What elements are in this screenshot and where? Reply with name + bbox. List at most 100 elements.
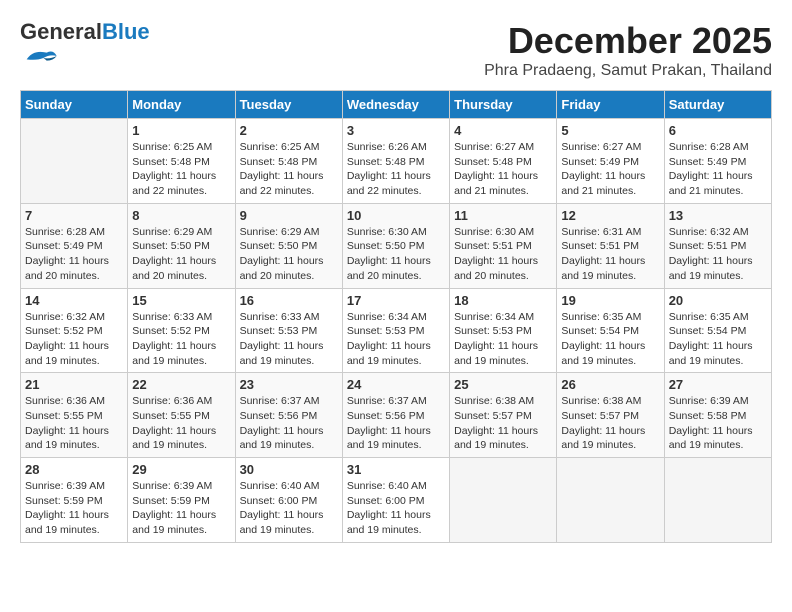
logo-general-text: General [20,19,102,44]
calendar-header-saturday: Saturday [664,91,771,119]
day-info: Sunrise: 6:37 AMSunset: 5:56 PMDaylight:… [240,394,338,453]
calendar-header-sunday: Sunday [21,91,128,119]
page-header: GeneralBlue December 2025 Phra Pradaeng,… [20,20,772,80]
calendar-cell: 23Sunrise: 6:37 AMSunset: 5:56 PMDayligh… [235,373,342,458]
logo-blue-text: Blue [102,19,150,44]
day-number: 15 [132,293,230,308]
day-number: 26 [561,377,659,392]
day-info: Sunrise: 6:35 AMSunset: 5:54 PMDaylight:… [669,310,767,369]
calendar-cell: 7 Sunrise: 6:28 AMSunset: 5:49 PMDaylight… [21,203,128,288]
calendar-cell: 27 Sunrise: 6:39 AMSunset: 5:58 PMDayligh… [664,373,771,458]
day-info: Sunrise: 6:40 AMSunset: 6:00 PMDaylight:… [240,479,338,538]
day-info: Sunrise: 6:36 AMSunset: 5:55 PMDaylight:… [25,394,123,453]
calendar-cell: 4Sunrise: 6:27 AMSunset: 5:48 PMDaylight… [450,119,557,204]
day-info: Sunrise: 6:34 AMSunset: 5:53 PMDaylight:… [347,310,445,369]
calendar-cell: 18 Sunrise: 6:34 AMSunset: 5:53 PMDayligh… [450,288,557,373]
day-number: 18 [454,293,552,308]
calendar-cell [21,119,128,204]
calendar-week-row: 7 Sunrise: 6:28 AMSunset: 5:49 PMDaylight… [21,203,772,288]
calendar-cell: 1 Sunrise: 6:25 AMSunset: 5:48 PMDaylight… [128,119,235,204]
calendar-cell [557,458,664,543]
calendar-cell: 10Sunrise: 6:30 AMSunset: 5:50 PMDayligh… [342,203,449,288]
logo-bird-icon [20,46,60,66]
day-info: Sunrise: 6:33 AMSunset: 5:53 PMDaylight:… [240,310,338,369]
calendar-cell: 19 Sunrise: 6:35 AMSunset: 5:54 PMDayligh… [557,288,664,373]
day-info: Sunrise: 6:38 AMSunset: 5:57 PMDaylight:… [561,394,659,453]
calendar-cell: 17Sunrise: 6:34 AMSunset: 5:53 PMDayligh… [342,288,449,373]
day-number: 9 [240,208,338,223]
calendar-header-friday: Friday [557,91,664,119]
calendar-cell: 15Sunrise: 6:33 AMSunset: 5:52 PMDayligh… [128,288,235,373]
day-number: 11 [454,208,552,223]
day-number: 28 [25,462,123,477]
calendar-cell: 25 Sunrise: 6:38 AMSunset: 5:57 PMDayligh… [450,373,557,458]
calendar-cell: 6 Sunrise: 6:28 AMSunset: 5:49 PMDaylight… [664,119,771,204]
calendar-cell: 29 Sunrise: 6:39 AMSunset: 5:59 PMDayligh… [128,458,235,543]
day-number: 16 [240,293,338,308]
day-number: 30 [240,462,338,477]
day-info: Sunrise: 6:31 AMSunset: 5:51 PMDaylight:… [561,225,659,284]
day-info: Sunrise: 6:34 AMSunset: 5:53 PMDaylight:… [454,310,552,369]
calendar-cell [450,458,557,543]
day-number: 21 [25,377,123,392]
logo: GeneralBlue [20,20,150,66]
day-info: Sunrise: 6:30 AMSunset: 5:50 PMDaylight:… [347,225,445,284]
day-number: 27 [669,377,767,392]
calendar-cell: 14 Sunrise: 6:32 AMSunset: 5:52 PMDayligh… [21,288,128,373]
day-number: 7 [25,208,123,223]
calendar-cell: 31 Sunrise: 6:40 AMSunset: 6:00 PMDayligh… [342,458,449,543]
day-number: 31 [347,462,445,477]
calendar-header-tuesday: Tuesday [235,91,342,119]
calendar-cell: 20 Sunrise: 6:35 AMSunset: 5:54 PMDayligh… [664,288,771,373]
day-info: Sunrise: 6:25 AMSunset: 5:48 PMDaylight:… [240,140,338,199]
day-info: Sunrise: 6:29 AMSunset: 5:50 PMDaylight:… [132,225,230,284]
calendar-cell: 2 Sunrise: 6:25 AMSunset: 5:48 PMDaylight… [235,119,342,204]
day-number: 2 [240,123,338,138]
calendar-week-row: 14 Sunrise: 6:32 AMSunset: 5:52 PMDayligh… [21,288,772,373]
calendar-cell: 16 Sunrise: 6:33 AMSunset: 5:53 PMDayligh… [235,288,342,373]
calendar-header-row: SundayMondayTuesdayWednesdayThursdayFrid… [21,91,772,119]
calendar-cell: 3Sunrise: 6:26 AMSunset: 5:48 PMDaylight… [342,119,449,204]
calendar-header-monday: Monday [128,91,235,119]
calendar-cell: 13Sunrise: 6:32 AMSunset: 5:51 PMDayligh… [664,203,771,288]
day-info: Sunrise: 6:36 AMSunset: 5:55 PMDaylight:… [132,394,230,453]
day-number: 1 [132,123,230,138]
day-info: Sunrise: 6:32 AMSunset: 5:51 PMDaylight:… [669,225,767,284]
calendar-cell: 11Sunrise: 6:30 AMSunset: 5:51 PMDayligh… [450,203,557,288]
calendar-week-row: 28 Sunrise: 6:39 AMSunset: 5:59 PMDayligh… [21,458,772,543]
title-block: December 2025 Phra Pradaeng, Samut Praka… [484,20,772,80]
calendar-table: SundayMondayTuesdayWednesdayThursdayFrid… [20,90,772,543]
day-info: Sunrise: 6:37 AMSunset: 5:56 PMDaylight:… [347,394,445,453]
day-info: Sunrise: 6:28 AMSunset: 5:49 PMDaylight:… [669,140,767,199]
calendar-cell [664,458,771,543]
day-info: Sunrise: 6:28 AMSunset: 5:49 PMDaylight:… [25,225,123,284]
calendar-header-wednesday: Wednesday [342,91,449,119]
day-info: Sunrise: 6:39 AMSunset: 5:59 PMDaylight:… [132,479,230,538]
day-number: 8 [132,208,230,223]
day-info: Sunrise: 6:38 AMSunset: 5:57 PMDaylight:… [454,394,552,453]
day-number: 6 [669,123,767,138]
day-number: 14 [25,293,123,308]
day-info: Sunrise: 6:32 AMSunset: 5:52 PMDaylight:… [25,310,123,369]
day-info: Sunrise: 6:39 AMSunset: 5:58 PMDaylight:… [669,394,767,453]
calendar-cell: 30 Sunrise: 6:40 AMSunset: 6:00 PMDayligh… [235,458,342,543]
calendar-cell: 9 Sunrise: 6:29 AMSunset: 5:50 PMDaylight… [235,203,342,288]
day-number: 20 [669,293,767,308]
day-number: 25 [454,377,552,392]
calendar-cell: 5Sunrise: 6:27 AMSunset: 5:49 PMDaylight… [557,119,664,204]
calendar-cell: 22Sunrise: 6:36 AMSunset: 5:55 PMDayligh… [128,373,235,458]
day-info: Sunrise: 6:29 AMSunset: 5:50 PMDaylight:… [240,225,338,284]
day-number: 19 [561,293,659,308]
day-info: Sunrise: 6:40 AMSunset: 6:00 PMDaylight:… [347,479,445,538]
month-title: December 2025 [484,20,772,62]
calendar-cell: 26 Sunrise: 6:38 AMSunset: 5:57 PMDayligh… [557,373,664,458]
calendar-header-thursday: Thursday [450,91,557,119]
calendar-cell: 28Sunrise: 6:39 AMSunset: 5:59 PMDayligh… [21,458,128,543]
day-number: 4 [454,123,552,138]
day-info: Sunrise: 6:25 AMSunset: 5:48 PMDaylight:… [132,140,230,199]
calendar-week-row: 1 Sunrise: 6:25 AMSunset: 5:48 PMDaylight… [21,119,772,204]
day-number: 24 [347,377,445,392]
day-info: Sunrise: 6:26 AMSunset: 5:48 PMDaylight:… [347,140,445,199]
day-number: 29 [132,462,230,477]
day-info: Sunrise: 6:35 AMSunset: 5:54 PMDaylight:… [561,310,659,369]
